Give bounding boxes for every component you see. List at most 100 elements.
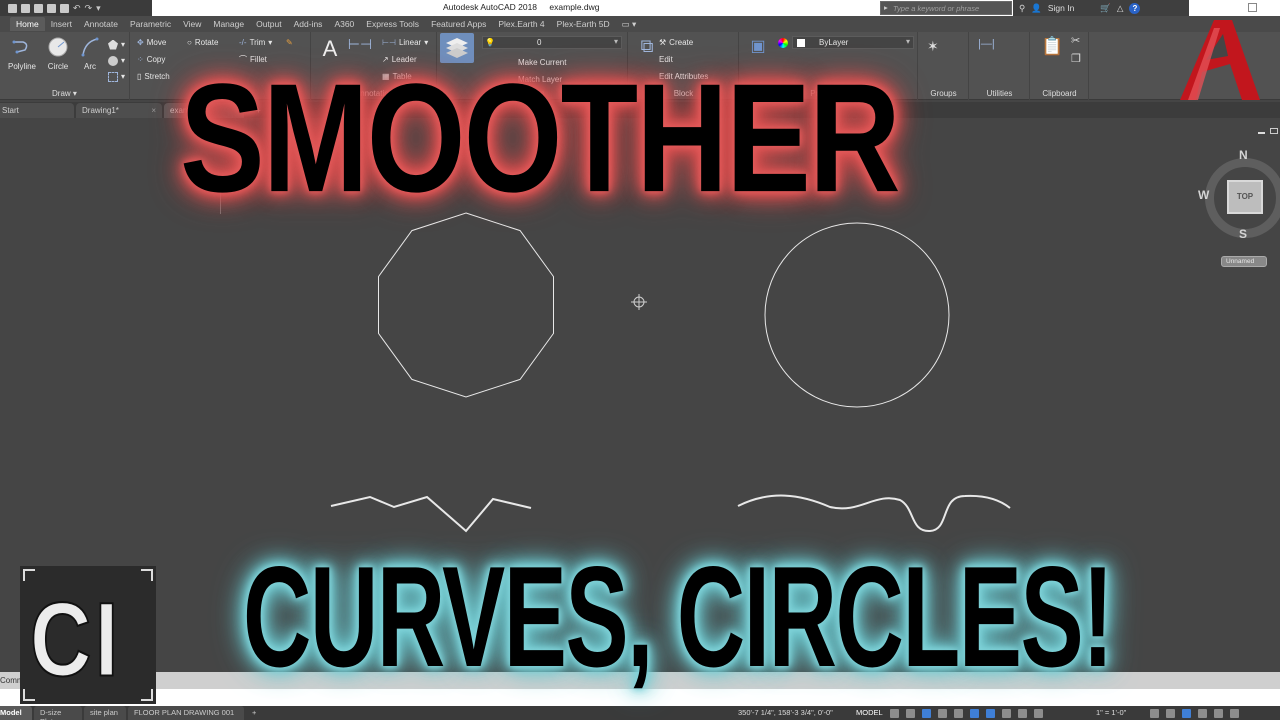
title-bar: ↶ ↷ ▾ Autodesk AutoCAD 2018 example.dwg … xyxy=(0,0,1280,16)
layout-tab-floor-plan[interactable]: FLOOR PLAN DRAWING 001 xyxy=(128,706,244,720)
sign-in-button[interactable]: Sign In xyxy=(1048,3,1074,13)
headline-bottom: CURVES, CIRCLES! xyxy=(243,537,1114,698)
help-icon[interactable]: ? xyxy=(1129,2,1141,14)
linear-dimension-tool[interactable]: ⊢⊣ Linear ▾ xyxy=(382,36,428,49)
tab-express-tools[interactable]: Express Tools xyxy=(360,17,425,31)
isodraft-icon[interactable] xyxy=(954,708,963,718)
arc-tool[interactable]: Arc xyxy=(72,36,108,71)
tab-insert[interactable]: Insert xyxy=(45,17,78,31)
create-block-tool[interactable]: ⚒ Create xyxy=(659,36,693,49)
measure-icon[interactable]: |—| xyxy=(978,38,995,50)
tab-a360[interactable]: A360 xyxy=(328,17,360,31)
object-snap-icon[interactable] xyxy=(986,708,995,718)
cart-icon[interactable]: 🛒 xyxy=(1100,3,1111,14)
color-dropdown[interactable]: ByLayer xyxy=(792,36,914,49)
utilities-panel-label[interactable]: Utilities xyxy=(970,89,1029,98)
draw-panel-label[interactable]: Draw ▾ xyxy=(0,89,129,98)
annotation-scale[interactable]: 1" = 1'-0" xyxy=(1096,708,1126,717)
rotate-tool[interactable]: ○ Rotate xyxy=(187,36,218,49)
tab-plex-earth-5d[interactable]: Plex-Earth 5D xyxy=(551,17,616,31)
smooth-spline[interactable] xyxy=(737,494,1011,533)
cut-icon[interactable]: ✂ xyxy=(1071,34,1080,47)
customize-qat-icon[interactable]: ▾ xyxy=(96,3,101,13)
ribbon-display-toggle[interactable]: ▭ ▾ xyxy=(616,17,643,31)
crosshair-cursor xyxy=(631,294,647,310)
copy-tool[interactable]: ⁘ Copy xyxy=(137,53,165,66)
binoculars-icon[interactable]: ⚲ xyxy=(1019,3,1025,14)
paste-icon[interactable]: 📋 xyxy=(1041,36,1063,57)
utilities-panel: |—| Utilities xyxy=(970,32,1030,100)
plot-icon[interactable] xyxy=(60,3,69,13)
file-tab-drawing1[interactable]: Drawing1* × xyxy=(76,103,162,118)
tab-plex-earth-4[interactable]: Plex.Earth 4 xyxy=(492,17,550,31)
exchange-icon[interactable]: △ xyxy=(1117,3,1124,14)
compass-west[interactable]: W xyxy=(1198,188,1209,202)
erase-tool[interactable]: ✎ xyxy=(286,36,293,49)
window-title: Autodesk AutoCAD 2018 example.dwg xyxy=(443,2,610,12)
move-tool[interactable]: ✥ Move xyxy=(137,36,166,49)
restore-window-icon[interactable] xyxy=(1248,3,1257,12)
clean-screen-icon[interactable] xyxy=(1214,708,1223,718)
tab-view[interactable]: View xyxy=(177,17,207,31)
help-search-input[interactable]: Type a keyword or phrase xyxy=(880,1,1012,15)
layout-tab-model[interactable]: Model xyxy=(0,706,32,720)
tab-home[interactable]: Home xyxy=(10,17,45,31)
viewcube-top-face[interactable]: TOP xyxy=(1227,180,1263,214)
groups-panel-label[interactable]: Groups xyxy=(919,89,968,98)
redo-icon[interactable]: ↷ xyxy=(85,3,93,13)
tab-manage[interactable]: Manage xyxy=(207,17,250,31)
layout-tab-d-size-plot[interactable]: D-size Plot xyxy=(34,706,82,720)
trim-tool[interactable]: -/- Trim ▾ xyxy=(239,36,272,49)
compass-south[interactable]: S xyxy=(1239,227,1247,241)
clipboard-panel-label[interactable]: Clipboard xyxy=(1031,89,1088,98)
tab-annotate[interactable]: Annotate xyxy=(78,17,124,31)
polygon-tool[interactable]: ▾ xyxy=(108,38,125,51)
file-tab-start[interactable]: Start xyxy=(0,103,74,118)
save-as-icon[interactable] xyxy=(47,3,56,13)
undo-icon[interactable]: ↶ xyxy=(73,3,81,13)
polyline-tool[interactable]: Polyline xyxy=(4,36,40,71)
annotation-visibility-icon[interactable] xyxy=(1018,708,1027,718)
coordinates-readout[interactable]: 350'-7 1/4", 158'-3 3/4", 0'-0" xyxy=(738,708,833,717)
drafting-toggles xyxy=(890,708,1043,718)
faceted-polyline[interactable] xyxy=(330,495,532,533)
workspace-gear-icon[interactable] xyxy=(1150,708,1159,718)
open-file-icon[interactable] xyxy=(21,3,30,13)
stretch-tool[interactable]: ▯ Stretch xyxy=(137,70,170,83)
rectangle-tool[interactable]: ▾ xyxy=(108,70,125,83)
save-icon[interactable] xyxy=(34,3,43,13)
polar-icon[interactable] xyxy=(938,708,947,718)
layout-tab-site-plan[interactable]: site plan xyxy=(84,706,126,720)
circle-tool[interactable]: Circle xyxy=(40,36,76,71)
circle[interactable] xyxy=(764,222,950,408)
tab-add-ins[interactable]: Add-ins xyxy=(288,17,329,31)
group-icon[interactable]: ✶ xyxy=(927,38,939,55)
copy-clip-icon[interactable]: ❐ xyxy=(1071,52,1081,65)
color-wheel-icon[interactable] xyxy=(778,38,788,48)
ortho-icon[interactable] xyxy=(922,708,931,718)
lineweight-icon[interactable] xyxy=(1002,708,1011,718)
viewcube[interactable]: TOP N S W xyxy=(1197,148,1280,243)
customize-icon[interactable] xyxy=(1230,708,1239,718)
snap-icon[interactable] xyxy=(906,708,915,718)
object-snap-tracking-icon[interactable] xyxy=(970,708,979,718)
new-layout-button[interactable]: + xyxy=(246,706,262,720)
hardware-acceleration-icon[interactable] xyxy=(1198,708,1207,718)
isolate-objects-icon[interactable] xyxy=(1182,708,1191,718)
auto-scale-icon[interactable] xyxy=(1034,708,1043,718)
tab-parametric[interactable]: Parametric xyxy=(124,17,177,31)
decagon[interactable] xyxy=(378,212,554,398)
tab-featured-apps[interactable]: Featured Apps xyxy=(425,17,492,31)
compass-north[interactable]: N xyxy=(1239,148,1248,162)
close-tab-icon[interactable]: × xyxy=(151,106,156,115)
new-file-icon[interactable] xyxy=(8,3,17,13)
grid-icon[interactable] xyxy=(890,708,899,718)
file-name: example.dwg xyxy=(549,2,600,12)
user-icon: 👤 xyxy=(1031,2,1042,13)
layer-dropdown[interactable]: 💡 0 xyxy=(482,36,622,49)
model-space-button[interactable]: MODEL xyxy=(856,708,883,717)
tab-output[interactable]: Output xyxy=(250,17,288,31)
annotation-monitor-icon[interactable] xyxy=(1166,708,1175,718)
hatch-tool[interactable]: ▾ xyxy=(108,54,125,67)
wcs-menu[interactable]: Unnamed xyxy=(1221,256,1267,267)
